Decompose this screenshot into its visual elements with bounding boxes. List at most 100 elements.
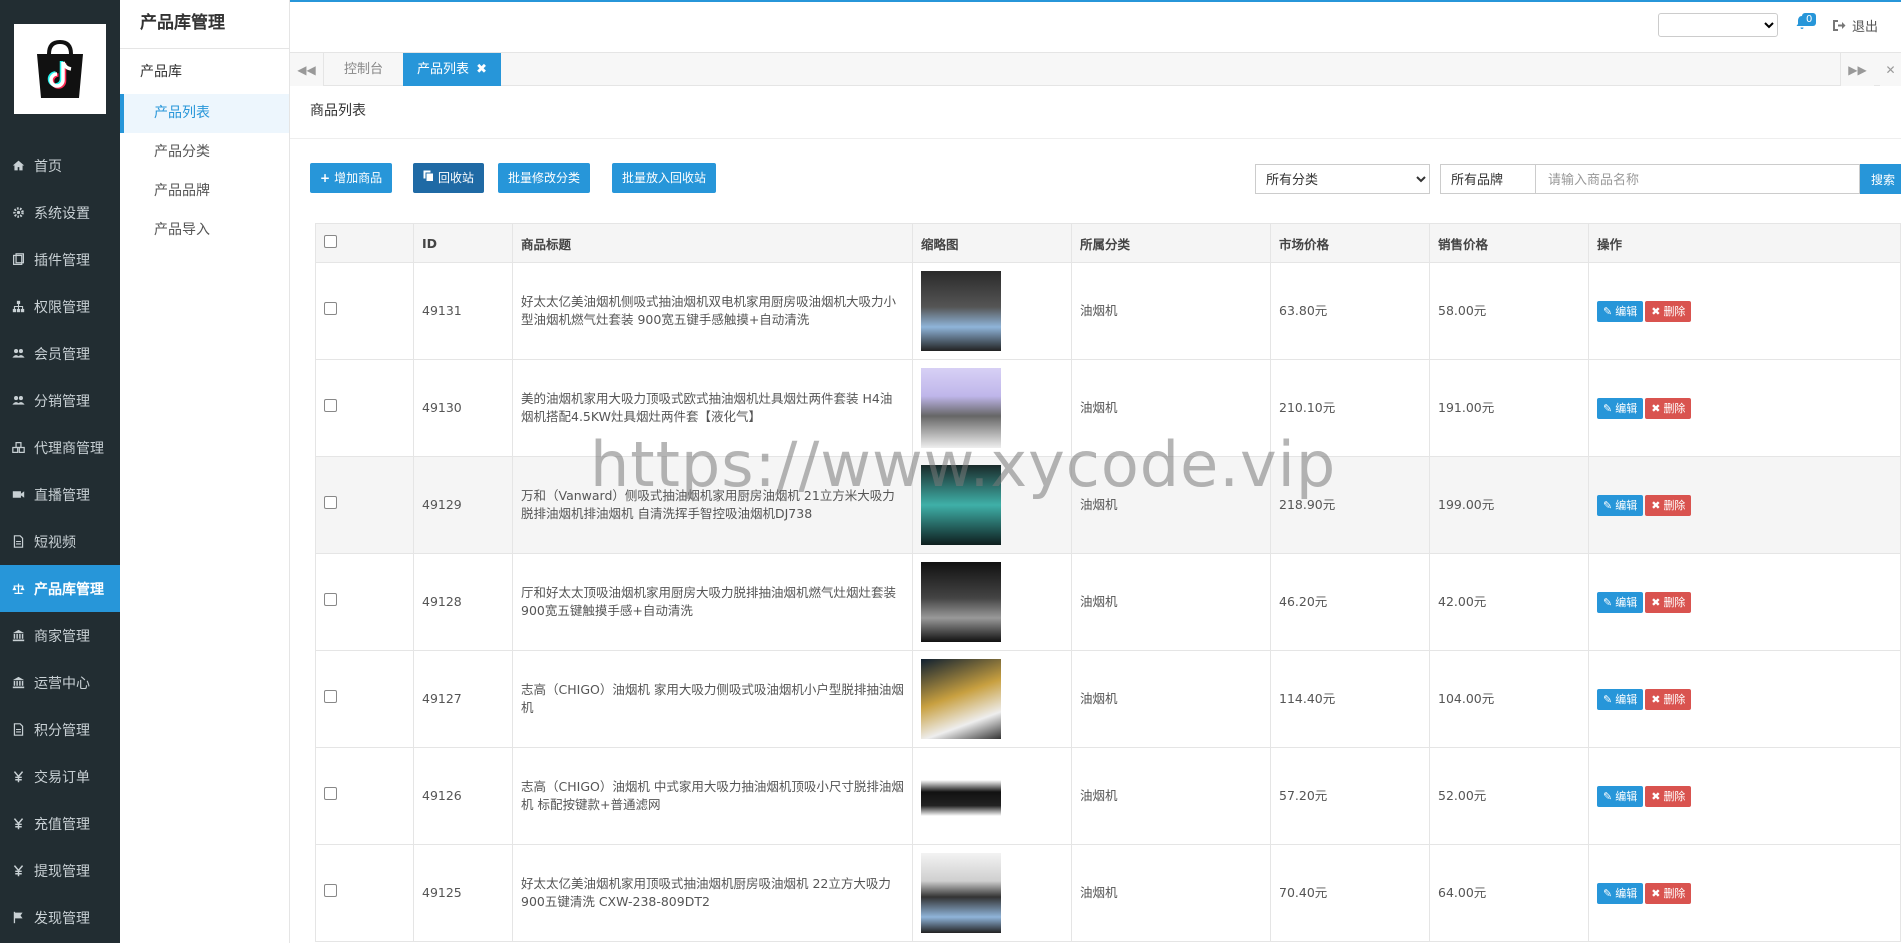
table-header-row: ID 商品标题 缩略图 所属分类 市场价格 销售价格 操作 <box>315 223 1901 263</box>
edit-button[interactable]: ✎ 编辑 <box>1597 494 1644 516</box>
delete-button[interactable]: ✖ 删除 <box>1645 882 1692 904</box>
video-icon <box>10 487 26 503</box>
edit-label: 编辑 <box>1615 886 1638 900</box>
delete-button[interactable]: ✖ 删除 <box>1645 688 1692 710</box>
edit-label: 编辑 <box>1615 304 1638 318</box>
sidebar-item-12[interactable]: 积分管理 <box>0 706 120 753</box>
table-row: 49127 志高（CHIGO）油烟机 家用大吸力侧吸式吸油烟机小户型脱排抽油烟机 油… <box>315 650 1901 748</box>
sidebar-item-3[interactable]: 权限管理 <box>0 283 120 330</box>
pencil-icon: ✎ <box>1603 304 1613 318</box>
cell-category: 油烟机 <box>1071 844 1271 942</box>
sidebar-item-4[interactable]: 会员管理 <box>0 330 120 377</box>
close-icon[interactable]: ✖ <box>476 62 487 77</box>
edit-label: 编辑 <box>1615 789 1638 803</box>
sidebar-item-0[interactable]: 首页 <box>0 142 120 189</box>
product-thumbnail[interactable] <box>921 562 1001 642</box>
edit-button[interactable]: ✎ 编辑 <box>1597 591 1644 613</box>
sidebar-item-15[interactable]: 提现管理 <box>0 847 120 894</box>
product-thumbnail[interactable] <box>921 853 1001 933</box>
scale-icon <box>10 581 26 597</box>
header-title: 商品标题 <box>512 223 913 263</box>
sub-item-product-brand[interactable]: 产品品牌 <box>120 172 289 211</box>
product-thumbnail[interactable] <box>921 659 1001 739</box>
row-checkbox[interactable] <box>324 302 337 315</box>
edit-button[interactable]: ✎ 编辑 <box>1597 397 1644 419</box>
sidebar-item-label: 充值管理 <box>34 816 90 833</box>
cubes-icon <box>10 440 26 456</box>
app-logo[interactable] <box>14 24 106 114</box>
file-icon <box>10 722 26 738</box>
cell-title: 好太太亿美油烟机侧吸式抽油烟机双电机家用厨房吸油烟机大吸力小型油烟机燃气灶套装 … <box>512 262 913 360</box>
cell-title: 好太太亿美油烟机家用顶吸式抽油烟机厨房吸油烟机 22立方大吸力 900五键清洗 … <box>512 844 913 942</box>
search-input[interactable] <box>1535 164 1860 194</box>
edit-button[interactable]: ✎ 编辑 <box>1597 785 1644 807</box>
table-row: 49125 好太太亿美油烟机家用顶吸式抽油烟机厨房吸油烟机 22立方大吸力 900… <box>315 844 1901 942</box>
batch-edit-category-button[interactable]: 批量修改分类 <box>498 163 591 193</box>
top-bar: 0 退出 <box>290 0 1901 50</box>
sidebar-item-14[interactable]: 充值管理 <box>0 800 120 847</box>
sidebar-item-13[interactable]: 交易订单 <box>0 753 120 800</box>
close-icon: ✖ <box>1651 789 1661 803</box>
row-checkbox[interactable] <box>324 496 337 509</box>
top-select[interactable] <box>1658 13 1778 37</box>
tab-close-all-icon[interactable]: ✕ <box>1880 53 1901 86</box>
cell-sale-price: 104.00元 <box>1429 650 1589 748</box>
select-all-checkbox[interactable] <box>324 235 337 248</box>
sub-item-product-import[interactable]: 产品导入 <box>120 211 289 250</box>
close-icon: ✖ <box>1651 886 1661 900</box>
cell-id: 49128 <box>413 553 513 651</box>
row-checkbox[interactable] <box>324 399 337 412</box>
row-checkbox[interactable] <box>324 593 337 606</box>
sub-item-product-list[interactable]: 产品列表 <box>120 94 289 133</box>
product-thumbnail[interactable] <box>921 271 1001 351</box>
edit-button[interactable]: ✎ 编辑 <box>1597 300 1644 322</box>
recycle-bin-button[interactable]: 回收站 <box>413 163 485 193</box>
category-select[interactable]: 所有分类 <box>1255 164 1430 194</box>
sidebar-item-2[interactable]: 插件管理 <box>0 236 120 283</box>
tab-product-list-label: 产品列表 <box>417 62 470 77</box>
sidebar-item-5[interactable]: 分销管理 <box>0 377 120 424</box>
sidebar-item-9[interactable]: 产品库管理 <box>0 565 120 612</box>
close-icon: ✖ <box>1651 692 1661 706</box>
edit-button[interactable]: ✎ 编辑 <box>1597 882 1644 904</box>
add-product-button[interactable]: + 增加商品 <box>310 163 393 193</box>
edit-label: 编辑 <box>1615 401 1638 415</box>
sub-item-product-category[interactable]: 产品分类 <box>120 133 289 172</box>
delete-button[interactable]: ✖ 删除 <box>1645 494 1692 516</box>
edit-button[interactable]: ✎ 编辑 <box>1597 688 1644 710</box>
cell-sale-price: 58.00元 <box>1429 262 1589 360</box>
delete-label: 删除 <box>1663 789 1686 803</box>
delete-label: 删除 <box>1663 595 1686 609</box>
sidebar-item-label: 发现管理 <box>34 910 90 927</box>
sidebar-item-10[interactable]: 商家管理 <box>0 612 120 659</box>
tab-product-list[interactable]: 产品列表 ✖ <box>403 53 502 86</box>
sidebar-item-11[interactable]: 运营中心 <box>0 659 120 706</box>
search-button[interactable]: 搜索 <box>1860 164 1901 194</box>
tab-dashboard[interactable]: 控制台 <box>330 53 397 86</box>
sidebar-item-8[interactable]: 短视频 <box>0 518 120 565</box>
cell-id: 49131 <box>413 262 513 360</box>
logout-button[interactable]: 退出 <box>1832 16 1878 35</box>
yen-icon <box>10 863 26 879</box>
product-thumbnail[interactable] <box>921 368 1001 448</box>
row-checkbox[interactable] <box>324 690 337 703</box>
product-thumbnail[interactable] <box>921 756 1001 836</box>
sidebar-item-16[interactable]: 发现管理 <box>0 894 120 941</box>
row-checkbox[interactable] <box>324 787 337 800</box>
delete-button[interactable]: ✖ 删除 <box>1645 591 1692 613</box>
header-thumbnail: 缩略图 <box>912 223 1072 263</box>
delete-button[interactable]: ✖ 删除 <box>1645 397 1692 419</box>
sidebar-item-7[interactable]: 直播管理 <box>0 471 120 518</box>
delete-button[interactable]: ✖ 删除 <box>1645 300 1692 322</box>
file-icon <box>10 534 26 550</box>
row-checkbox[interactable] <box>324 884 337 897</box>
tab-scroll-right-icon[interactable]: ▶▶ <box>1840 53 1874 86</box>
batch-recycle-button[interactable]: 批量放入回收站 <box>612 163 717 193</box>
delete-label: 删除 <box>1663 304 1686 318</box>
delete-button[interactable]: ✖ 删除 <box>1645 785 1692 807</box>
sidebar-item-1[interactable]: 系统设置 <box>0 189 120 236</box>
users-icon <box>10 393 26 409</box>
product-thumbnail[interactable] <box>921 465 1001 545</box>
tab-scroll-left-icon[interactable]: ◀◀ <box>290 53 324 86</box>
sidebar-item-6[interactable]: 代理商管理 <box>0 424 120 471</box>
